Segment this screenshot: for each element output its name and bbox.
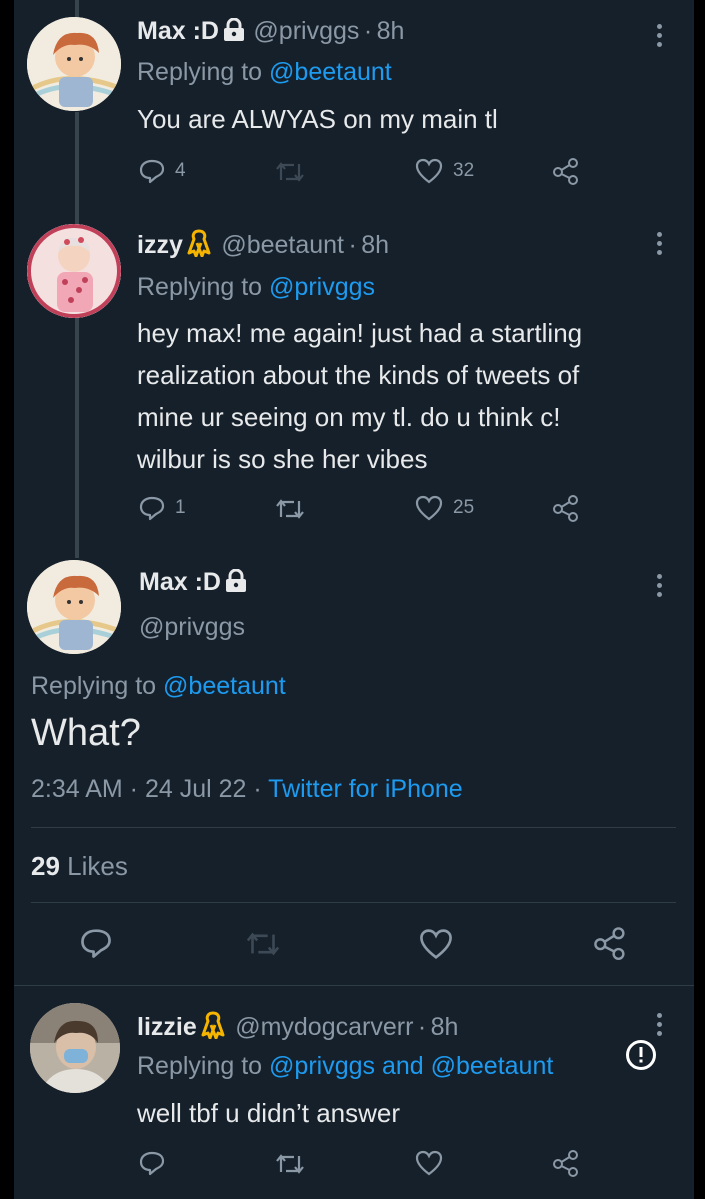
tweet-timestamp: 2:34 AM · 24 Jul 22 · bbox=[31, 775, 269, 803]
avatar-illustration bbox=[27, 17, 121, 111]
retweet-icon bbox=[246, 932, 280, 956]
replying-to-link[interactable]: @privggs bbox=[269, 273, 375, 301]
tweet-text: well tbf u didn’t answer bbox=[137, 1098, 401, 1128]
reply-count: 1 bbox=[175, 497, 186, 518]
lock-icon bbox=[225, 569, 246, 592]
author-name[interactable]: Max :D bbox=[137, 17, 219, 45]
avatar[interactable] bbox=[27, 224, 121, 318]
retweet-button[interactable] bbox=[275, 1152, 305, 1176]
retweet-button[interactable] bbox=[275, 497, 305, 521]
heart-icon bbox=[415, 158, 443, 184]
thread-line bbox=[75, 318, 79, 558]
reply-button[interactable]: 1 bbox=[139, 495, 186, 521]
divider bbox=[14, 985, 694, 986]
replying-label: Replying to bbox=[137, 58, 263, 86]
tweet-text: You are ALWYAS on my main tl bbox=[137, 104, 498, 134]
thread-line bbox=[75, 112, 79, 224]
ribbon-icon bbox=[201, 1011, 225, 1039]
reply-icon bbox=[81, 929, 111, 958]
reply-button[interactable] bbox=[139, 1150, 165, 1176]
share-button[interactable] bbox=[552, 494, 580, 522]
exclamation-glyph bbox=[639, 1047, 643, 1063]
heart-icon bbox=[420, 929, 452, 960]
like-button[interactable] bbox=[419, 928, 453, 960]
author-handle[interactable]: @privggs bbox=[253, 17, 359, 45]
share-button[interactable] bbox=[552, 1149, 580, 1177]
reply-button[interactable]: 4 bbox=[139, 158, 186, 184]
share-button[interactable] bbox=[552, 157, 580, 185]
tweet-text-line: realization about the kinds of tweets of bbox=[137, 360, 580, 390]
lock-icon bbox=[223, 18, 244, 41]
alert-icon[interactable] bbox=[626, 1040, 656, 1070]
like-button[interactable]: 25 bbox=[415, 495, 474, 521]
divider bbox=[31, 902, 676, 903]
tweet-time: 8h bbox=[376, 17, 405, 45]
avatar[interactable] bbox=[30, 1003, 120, 1093]
thread-line bbox=[75, 0, 79, 17]
retweet-icon bbox=[276, 499, 304, 519]
more-options-icon[interactable] bbox=[657, 574, 663, 597]
share-icon bbox=[553, 1150, 578, 1177]
replying-to-link[interactable]: @privggs and @beetaunt bbox=[269, 1052, 553, 1080]
heart-icon bbox=[415, 495, 443, 521]
avatar-illustration bbox=[27, 560, 121, 654]
author-name[interactable]: lizzie bbox=[137, 1013, 197, 1041]
reply-count: 4 bbox=[175, 160, 186, 181]
more-options-icon[interactable] bbox=[657, 24, 663, 47]
like-count: 32 bbox=[453, 160, 475, 181]
likes-label: Likes bbox=[67, 851, 128, 881]
replying-to-link[interactable]: @beetaunt bbox=[163, 672, 286, 700]
replying-label: Replying to bbox=[31, 672, 157, 700]
author-name[interactable]: Max :D bbox=[139, 568, 221, 596]
likes-stat[interactable]: 29 Likes bbox=[31, 851, 128, 882]
dot-separator: · bbox=[348, 231, 357, 259]
share-icon bbox=[553, 495, 578, 522]
replying-label: Replying to bbox=[137, 1052, 263, 1080]
tweet-text-line: hey max! me again! just had a startling bbox=[137, 318, 583, 348]
author-handle[interactable]: @beetaunt bbox=[221, 231, 344, 259]
reply-icon bbox=[139, 496, 165, 521]
replying-label: Replying to bbox=[137, 273, 263, 301]
reply-button[interactable] bbox=[80, 927, 112, 959]
dot-separator: · bbox=[363, 17, 373, 45]
like-button[interactable] bbox=[415, 1150, 443, 1176]
dot-separator: · bbox=[417, 1013, 427, 1041]
like-button[interactable]: 32 bbox=[415, 158, 474, 184]
retweet-icon bbox=[276, 162, 304, 182]
ribbon-icon bbox=[187, 229, 211, 257]
reply-icon bbox=[139, 1151, 165, 1176]
retweet-button[interactable] bbox=[275, 160, 305, 184]
author-handle[interactable]: @privggs bbox=[139, 613, 245, 642]
share-icon bbox=[594, 927, 625, 960]
tweet-time: 8h bbox=[430, 1013, 459, 1041]
share-button[interactable] bbox=[593, 926, 627, 960]
tweet-text-line: mine ur seeing on my tl. do u think c! bbox=[137, 402, 561, 432]
avatar-photo bbox=[30, 1003, 120, 1093]
avatar[interactable] bbox=[27, 560, 121, 654]
more-options-icon[interactable] bbox=[657, 232, 663, 255]
heart-icon bbox=[415, 1150, 443, 1176]
share-icon bbox=[553, 158, 578, 185]
tweet-text: hey max! me again! just had a startling … bbox=[137, 312, 582, 480]
tweet-time: 8h bbox=[361, 231, 390, 259]
avatar[interactable] bbox=[27, 17, 121, 111]
author-name[interactable]: izzy bbox=[137, 231, 183, 259]
like-count: 25 bbox=[453, 497, 475, 518]
reply-icon bbox=[139, 159, 165, 184]
author-handle[interactable]: @mydogcarverr bbox=[235, 1013, 413, 1041]
likes-count: 29 bbox=[31, 851, 60, 881]
replying-to-link[interactable]: @beetaunt bbox=[269, 58, 392, 86]
tweet-source-link[interactable]: Twitter for iPhone bbox=[268, 775, 463, 803]
retweet-icon bbox=[276, 1154, 304, 1174]
retweet-button[interactable] bbox=[245, 930, 281, 958]
more-options-icon[interactable] bbox=[657, 1013, 663, 1036]
avatar-illustration bbox=[27, 224, 121, 318]
divider bbox=[31, 827, 676, 828]
main-tweet-text: What? bbox=[31, 712, 141, 754]
tweet-text-line: wilbur is so she her vibes bbox=[137, 444, 428, 474]
